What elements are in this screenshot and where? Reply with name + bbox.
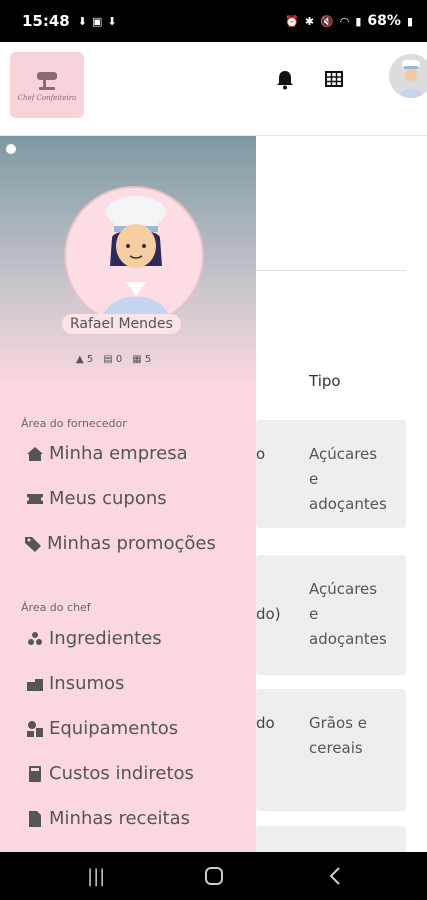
- grid-icon[interactable]: [325, 70, 343, 92]
- menu-item-equipamentos[interactable]: Equipamentos: [26, 718, 178, 739]
- collapse-icon[interactable]: [6, 144, 16, 154]
- menu-item-minhas-promocoes[interactable]: Minhas promoções: [24, 533, 216, 554]
- status-left-icons: ⬇ ▣ ⬇: [78, 15, 117, 28]
- menu-item-label: Equipamentos: [49, 718, 179, 739]
- row-cut-text: do: [256, 714, 275, 732]
- tag-icon: [25, 536, 41, 552]
- table-row[interactable]: o Açúcares e adoçantes: [256, 420, 406, 528]
- back-icon[interactable]: [328, 866, 342, 891]
- row-tipo: Açúcares e adoçantes: [309, 445, 387, 513]
- home-icon[interactable]: [204, 866, 224, 891]
- menu-item-label: Minhas promoções: [47, 533, 216, 554]
- download-icon: ⬇: [77, 14, 87, 28]
- menu-item-label: Ingredientes: [49, 628, 162, 649]
- status-time: 15:48: [22, 12, 70, 30]
- gallery-icon: ▣: [91, 14, 103, 28]
- column-header-tipo: Tipo: [309, 372, 341, 390]
- menu-item-insumos[interactable]: Insumos: [26, 673, 124, 694]
- menu-item-minhas-receitas[interactable]: Minhas receitas: [26, 808, 190, 829]
- file-icon: [29, 810, 41, 827]
- table-row[interactable]: do Grãos e cereais: [256, 689, 406, 811]
- signal-icon: ▮: [355, 14, 362, 28]
- navigation-drawer: Rafael Mendes ▲ 5 ▤ 0 ▦ 5 Área do fornec…: [0, 136, 256, 852]
- wifi-icon: ◠: [339, 14, 350, 28]
- table-row[interactable]: do) Açúcares e adoçantes: [256, 555, 406, 675]
- supplier-section-title: Área do fornecedor: [21, 417, 127, 430]
- menu-item-label: Minhas receitas: [49, 808, 190, 829]
- menu-item-minha-empresa[interactable]: Minha empresa: [26, 443, 188, 464]
- ingredients-count: ▲ 5: [76, 354, 94, 365]
- ticket-icon: [27, 493, 43, 504]
- status-right-icons: ⏰ ✱ 🔇 ◠ ▮ 68% ▮: [285, 13, 413, 29]
- row-cut-text: do): [256, 605, 281, 623]
- costs-count-value: 0: [115, 354, 123, 365]
- chef-section-title: Área do chef: [21, 601, 91, 614]
- avatar[interactable]: [389, 54, 427, 98]
- menu-item-meus-cupons[interactable]: Meus cupons: [26, 488, 167, 509]
- ingredients-count-value: 5: [86, 354, 94, 365]
- recipes-count: ▦ 5: [132, 354, 152, 365]
- battery-icon: ▮: [406, 14, 413, 28]
- boxes-icon: [27, 678, 43, 691]
- costs-count: ▤ 0: [103, 354, 123, 365]
- bell-icon[interactable]: [276, 70, 294, 94]
- house-icon: [27, 446, 43, 461]
- recipes-count-value: 5: [144, 354, 152, 365]
- mute-icon: 🔇: [320, 14, 334, 28]
- alarm-icon: ⏰: [285, 14, 299, 28]
- user-counts: ▲ 5 ▤ 0 ▦ 5: [76, 354, 151, 365]
- menu-item-custos-indiretos[interactable]: Custos indiretos: [26, 763, 194, 784]
- menu-item-ingredientes[interactable]: Ingredientes: [26, 628, 162, 649]
- profile-avatar[interactable]: [64, 186, 204, 326]
- download-icon: ⬇: [107, 14, 117, 28]
- row-tipo: Açúcares e adoçantes: [309, 580, 387, 648]
- mixer-icon: [37, 72, 57, 90]
- ingredients-icon: [28, 631, 42, 645]
- content-divider: [256, 270, 406, 271]
- main-content: Tipo o Açúcares e adoçantes do) Açúcares…: [256, 148, 419, 856]
- app-logo[interactable]: Chef Confeiteira: [10, 52, 84, 118]
- status-bar: 15:48 ⬇ ▣ ⬇ ⏰ ✱ 🔇 ◠ ▮ 68% ▮: [0, 0, 427, 42]
- menu-item-label: Minha empresa: [49, 443, 188, 464]
- app-header: Chef Confeiteira: [0, 42, 427, 136]
- menu-item-label: Custos indiretos: [49, 763, 194, 784]
- logo-text: Chef Confeiteira: [17, 94, 77, 102]
- bluetooth-icon: ✱: [304, 14, 315, 28]
- user-name: Rafael Mendes: [62, 314, 181, 334]
- recent-apps-icon[interactable]: |||: [87, 866, 105, 887]
- battery-level: 68%: [367, 13, 401, 29]
- system-nav-bar: |||: [0, 852, 427, 900]
- row-cut-text: o: [256, 445, 266, 463]
- calculator-icon: [29, 765, 41, 782]
- equipment-icon: [27, 720, 43, 737]
- menu-item-label: Insumos: [49, 673, 125, 694]
- menu-item-label: Meus cupons: [49, 488, 167, 509]
- row-tipo: Grãos e cereais: [309, 714, 367, 757]
